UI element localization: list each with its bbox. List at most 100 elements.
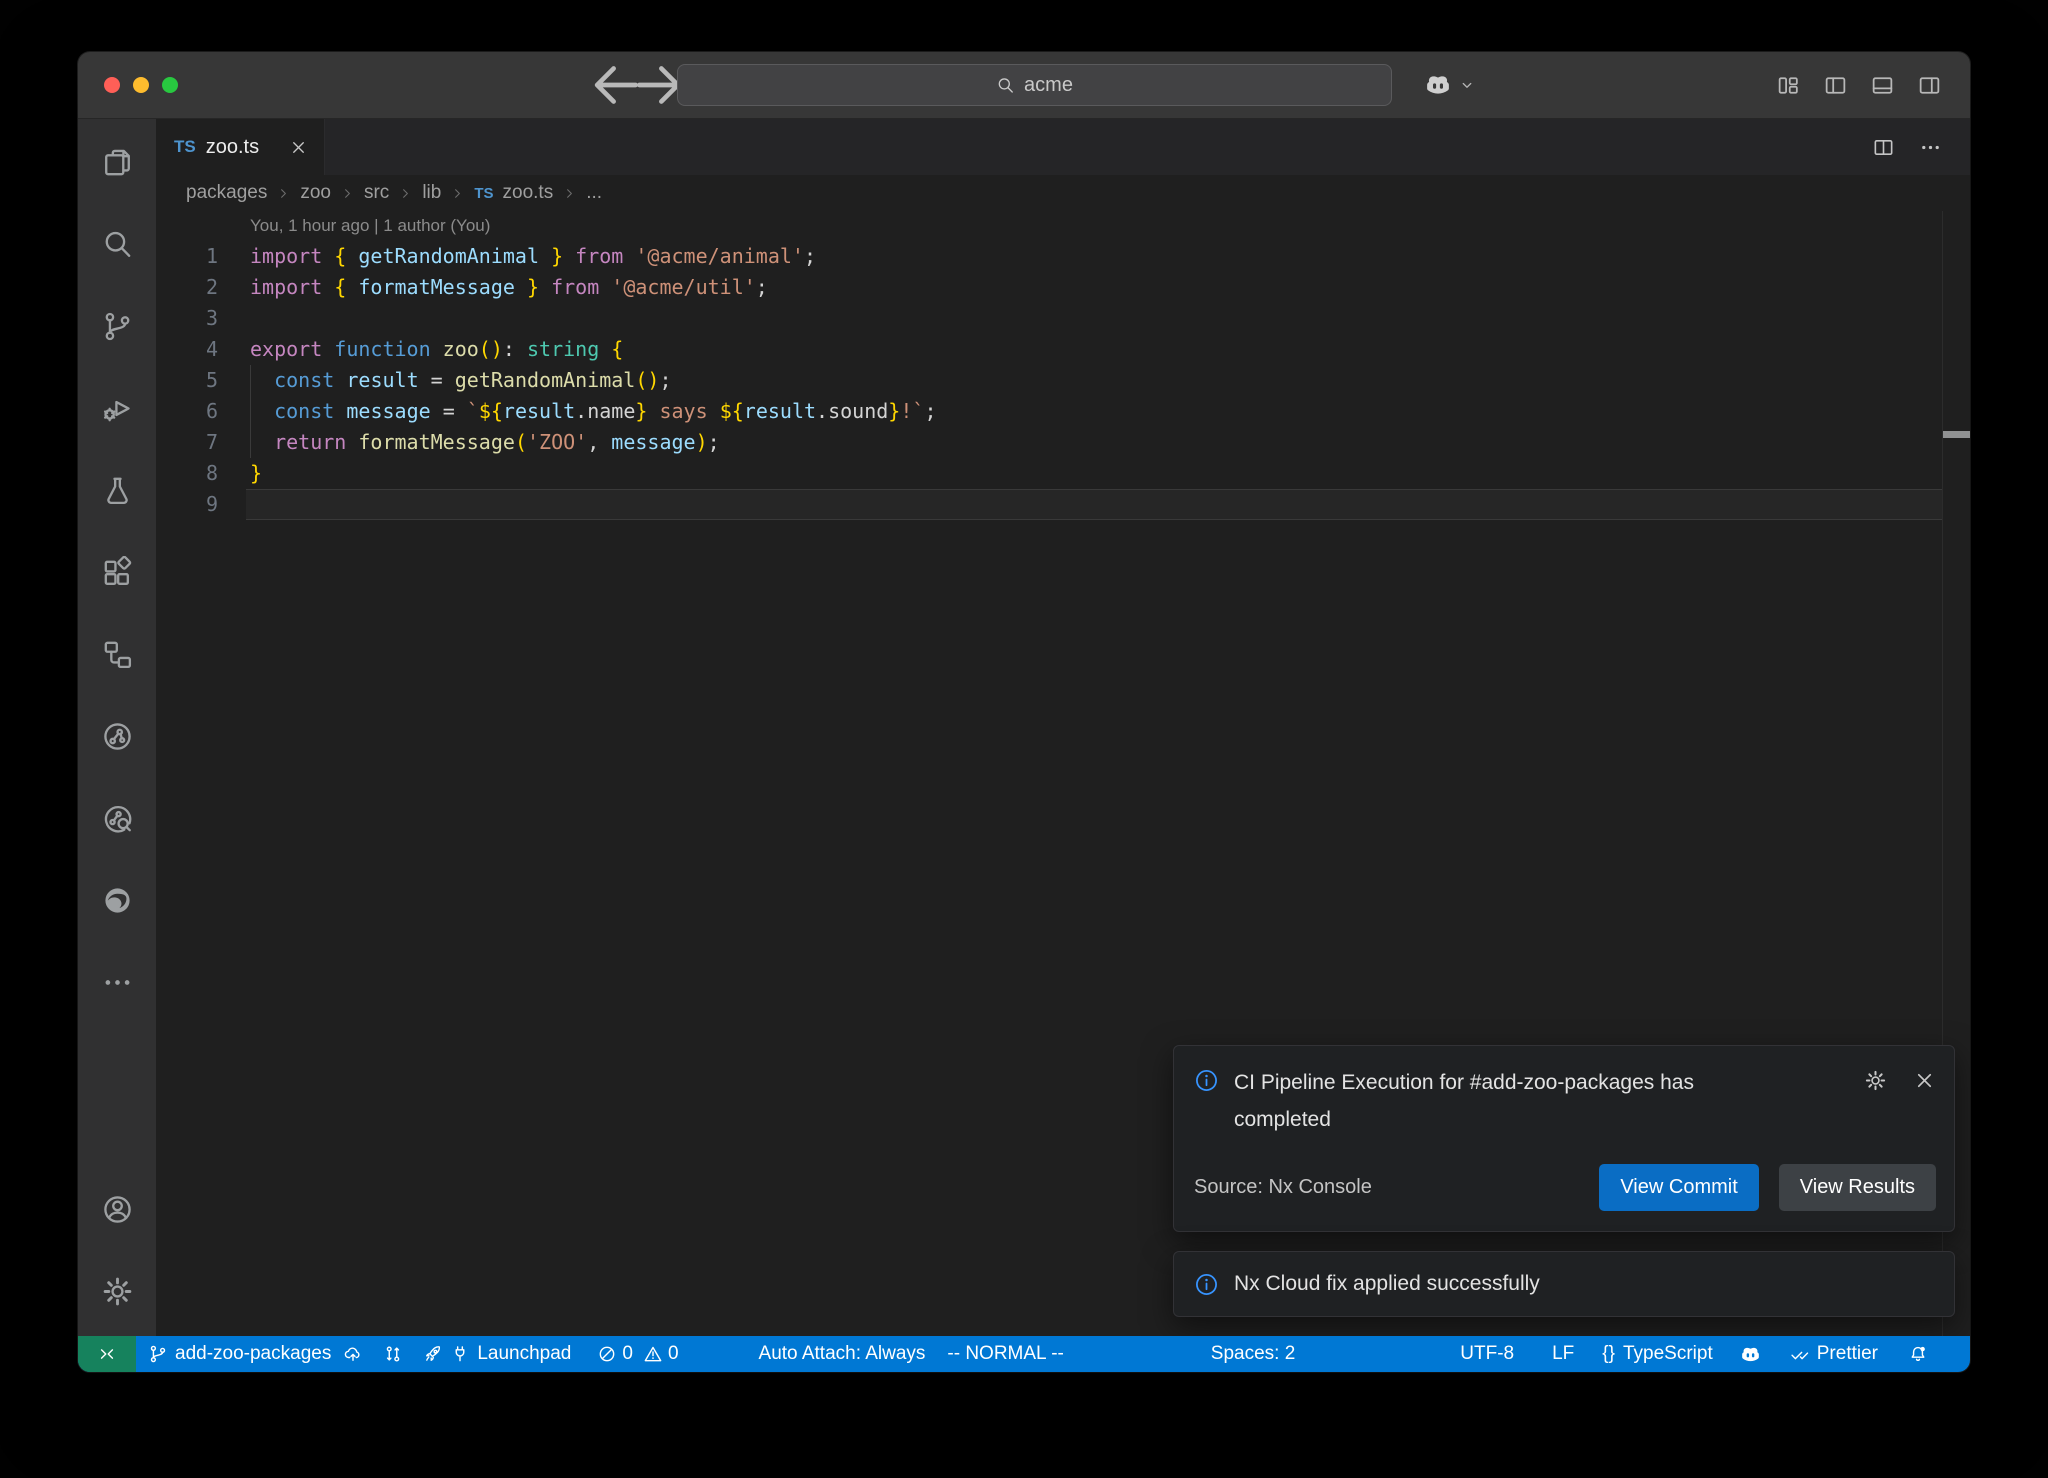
compare-changes-icon: [383, 1344, 403, 1364]
launchpad-item[interactable]: Launchpad: [423, 1336, 571, 1372]
line-number[interactable]: 7: [156, 427, 218, 458]
remote-indicator[interactable]: [78, 1336, 136, 1372]
code-line-6[interactable]: 6 const message = `${result.name} says $…: [156, 396, 1970, 427]
breadcrumb-item-packages[interactable]: packages: [186, 182, 267, 204]
inline-blame-annotation[interactable]: You, 1 hour ago | 1 author (You): [156, 211, 1970, 241]
activity-explorer[interactable]: [78, 121, 156, 203]
zoom-window-button[interactable]: [162, 77, 178, 93]
auto-attach-item[interactable]: Auto Attach: Always: [759, 1336, 926, 1372]
activity-remote-hierarchy[interactable]: [78, 613, 156, 695]
eol-item-label: LF: [1552, 1343, 1574, 1365]
plug-icon: [450, 1344, 470, 1364]
tab-zoo-ts[interactable]: TS zoo.ts: [156, 119, 325, 175]
line-number[interactable]: 5: [156, 365, 218, 396]
typescript-file-icon: TS: [474, 185, 493, 202]
code-line-7[interactable]: 7 return formatMessage('ZOO', message);: [156, 427, 1970, 458]
activity-testing[interactable]: [78, 449, 156, 531]
code-line-3[interactable]: 3: [156, 303, 1970, 334]
compare-item[interactable]: [383, 1336, 403, 1372]
toggle-secondary-sidebar-button[interactable]: [1917, 73, 1942, 98]
code-line-1[interactable]: 1 import { getRandomAnimal } from '@acme/…: [156, 241, 1970, 272]
breadcrumb-item-file[interactable]: zoo.ts: [503, 182, 554, 204]
copilot-menu-button[interactable]: [1423, 52, 1476, 118]
activity-account[interactable]: [78, 1168, 156, 1250]
search-value: acme: [1024, 74, 1073, 97]
problems-item-label: 0: [622, 1343, 633, 1365]
edge-tools-icon: [101, 884, 134, 917]
line-number[interactable]: 4: [156, 334, 218, 365]
spaces-item[interactable]: Spaces: 2: [1211, 1336, 1296, 1372]
copilot-icon: [1739, 1343, 1762, 1366]
line-number[interactable]: 3: [156, 303, 218, 334]
toggle-primary-sidebar-button[interactable]: [1823, 73, 1848, 98]
line-content: import { getRandomAnimal } from '@acme/a…: [250, 241, 816, 272]
extensions-icon: [101, 556, 134, 589]
activity-search[interactable]: [78, 203, 156, 285]
bell-dot-icon: [1908, 1344, 1928, 1364]
editor-more-actions-button[interactable]: [1919, 136, 1942, 159]
line-number[interactable]: 6: [156, 396, 218, 427]
line-number[interactable]: 1: [156, 241, 218, 272]
branch-item[interactable]: add-zoo-packages: [148, 1336, 363, 1372]
toggle-panel-button[interactable]: [1870, 73, 1895, 98]
activity-source-control[interactable]: [78, 285, 156, 367]
code-line-5[interactable]: 5 const result = getRandomAnimal();: [156, 365, 1970, 396]
line-number[interactable]: 8: [156, 458, 218, 489]
code-line-2[interactable]: 2 import { formatMessage } from '@acme/ut…: [156, 272, 1970, 303]
double-check-icon: [1790, 1344, 1810, 1364]
chevron-right-icon: [340, 186, 355, 201]
bell-item[interactable]: [1908, 1336, 1928, 1372]
eol-item[interactable]: LF: [1552, 1336, 1574, 1372]
line-number[interactable]: 9: [156, 489, 218, 520]
search-icon: [996, 76, 1015, 95]
problems-item[interactable]: 00: [597, 1336, 678, 1372]
language-item[interactable]: {}TypeScript: [1602, 1336, 1712, 1372]
notification-toast-fix: Nx Cloud fix applied successfully: [1173, 1251, 1955, 1317]
activity-run-debug[interactable]: [78, 367, 156, 449]
chevron-right-icon: [562, 186, 577, 201]
activity-edge-tools[interactable]: [78, 859, 156, 941]
breadcrumb-overflow[interactable]: ...: [586, 182, 602, 204]
split-editor-button[interactable]: [1872, 136, 1895, 159]
code-line-4[interactable]: 4 export function zoo(): string {: [156, 334, 1970, 365]
vim-mode-item[interactable]: -- NORMAL --: [947, 1336, 1063, 1372]
breadcrumb-item-zoo[interactable]: zoo: [300, 182, 331, 204]
line-content: export function zoo(): string {: [250, 334, 623, 365]
activity-extensions[interactable]: [78, 531, 156, 613]
view-results-button[interactable]: View Results: [1779, 1164, 1936, 1211]
tab-close-button[interactable]: [289, 138, 308, 157]
activity-bar: [78, 119, 156, 1336]
vscode-window: acme TS zoo.ts: [78, 52, 1970, 1372]
warning-icon: [643, 1344, 663, 1364]
minimize-window-button[interactable]: [133, 77, 149, 93]
notification-close-button[interactable]: [1913, 1069, 1936, 1092]
notification-message: CI Pipeline Execution for #add-zoo-packa…: [1234, 1064, 1739, 1138]
code-line-8[interactable]: 8}: [156, 458, 1970, 489]
activity-nx-cloud[interactable]: [78, 777, 156, 859]
close-window-button[interactable]: [104, 77, 120, 93]
run-debug-icon: [101, 392, 134, 425]
notification-settings-button[interactable]: [1864, 1069, 1887, 1092]
prettier-item[interactable]: Prettier: [1790, 1336, 1878, 1372]
breadcrumb-item-src[interactable]: src: [364, 182, 389, 204]
line-number[interactable]: 2: [156, 272, 218, 303]
chevron-right-icon: [398, 186, 413, 201]
customize-layout-button[interactable]: [1776, 73, 1801, 98]
line-content: const message = `${result.name} says ${r…: [250, 396, 936, 427]
language-item-label: TypeScript: [1623, 1343, 1713, 1365]
view-commit-button[interactable]: View Commit: [1599, 1164, 1758, 1211]
breadcrumb-item-lib[interactable]: lib: [422, 182, 441, 204]
typescript-file-icon: TS: [174, 137, 196, 157]
copilot-item[interactable]: [1739, 1336, 1762, 1372]
activity-nx-console[interactable]: [78, 695, 156, 777]
activity-settings[interactable]: [78, 1250, 156, 1332]
command-center-search[interactable]: acme: [677, 64, 1392, 106]
tab-bar: TS zoo.ts: [156, 119, 1970, 175]
nx-cloud-icon: [101, 802, 134, 835]
line-content: import { formatMessage } from '@acme/uti…: [250, 272, 768, 303]
error-icon: [597, 1344, 617, 1364]
encoding-item[interactable]: UTF-8: [1460, 1336, 1514, 1372]
activity-more-views[interactable]: [78, 941, 156, 1023]
auto-attach-item-label: Auto Attach: Always: [759, 1343, 926, 1365]
chevron-right-icon: [450, 186, 465, 201]
